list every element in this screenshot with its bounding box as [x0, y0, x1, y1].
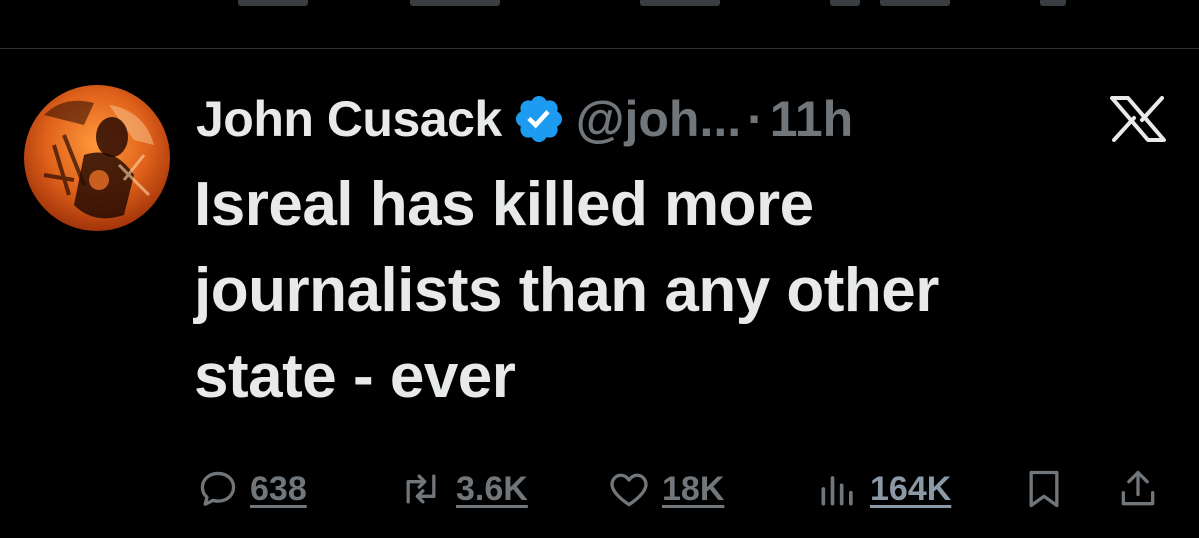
reply-button[interactable]: 638 — [196, 462, 307, 516]
x-logo-icon[interactable] — [1108, 96, 1168, 142]
like-button[interactable]: 18K — [606, 462, 724, 516]
views-count: 164K — [870, 469, 952, 508]
tweet-text: Isreal has killed more journalists than … — [194, 170, 939, 411]
bookmark-icon — [1029, 470, 1059, 508]
avatar[interactable] — [24, 85, 170, 231]
author-handle[interactable]: @joh... — [576, 90, 741, 148]
views-icon — [821, 476, 853, 506]
repost-button[interactable]: 3.6K — [396, 462, 528, 516]
bookmark-button[interactable] — [1024, 462, 1064, 516]
tweet-header: John Cusack @joh... · 11h — [196, 84, 853, 154]
separator-dot: · — [747, 91, 764, 147]
verified-badge-icon — [512, 92, 566, 146]
avatar-image — [43, 100, 154, 219]
tweet-timestamp[interactable]: 11h — [770, 90, 853, 148]
author-name[interactable]: John Cusack — [196, 90, 502, 148]
repost-count: 3.6K — [456, 469, 528, 508]
reply-icon — [200, 471, 236, 506]
tweet-actions: 638 3.6K 18K 164K — [0, 462, 1199, 516]
like-count: 18K — [662, 469, 725, 508]
previous-tweet-actions-fragment — [0, 0, 1199, 20]
views-button[interactable]: 164K — [816, 462, 951, 516]
share-icon — [1121, 470, 1155, 506]
share-button[interactable] — [1116, 462, 1160, 516]
repost-icon — [406, 474, 436, 504]
tweet-divider — [0, 48, 1199, 49]
reply-count: 638 — [250, 469, 307, 508]
heart-icon — [610, 473, 648, 507]
